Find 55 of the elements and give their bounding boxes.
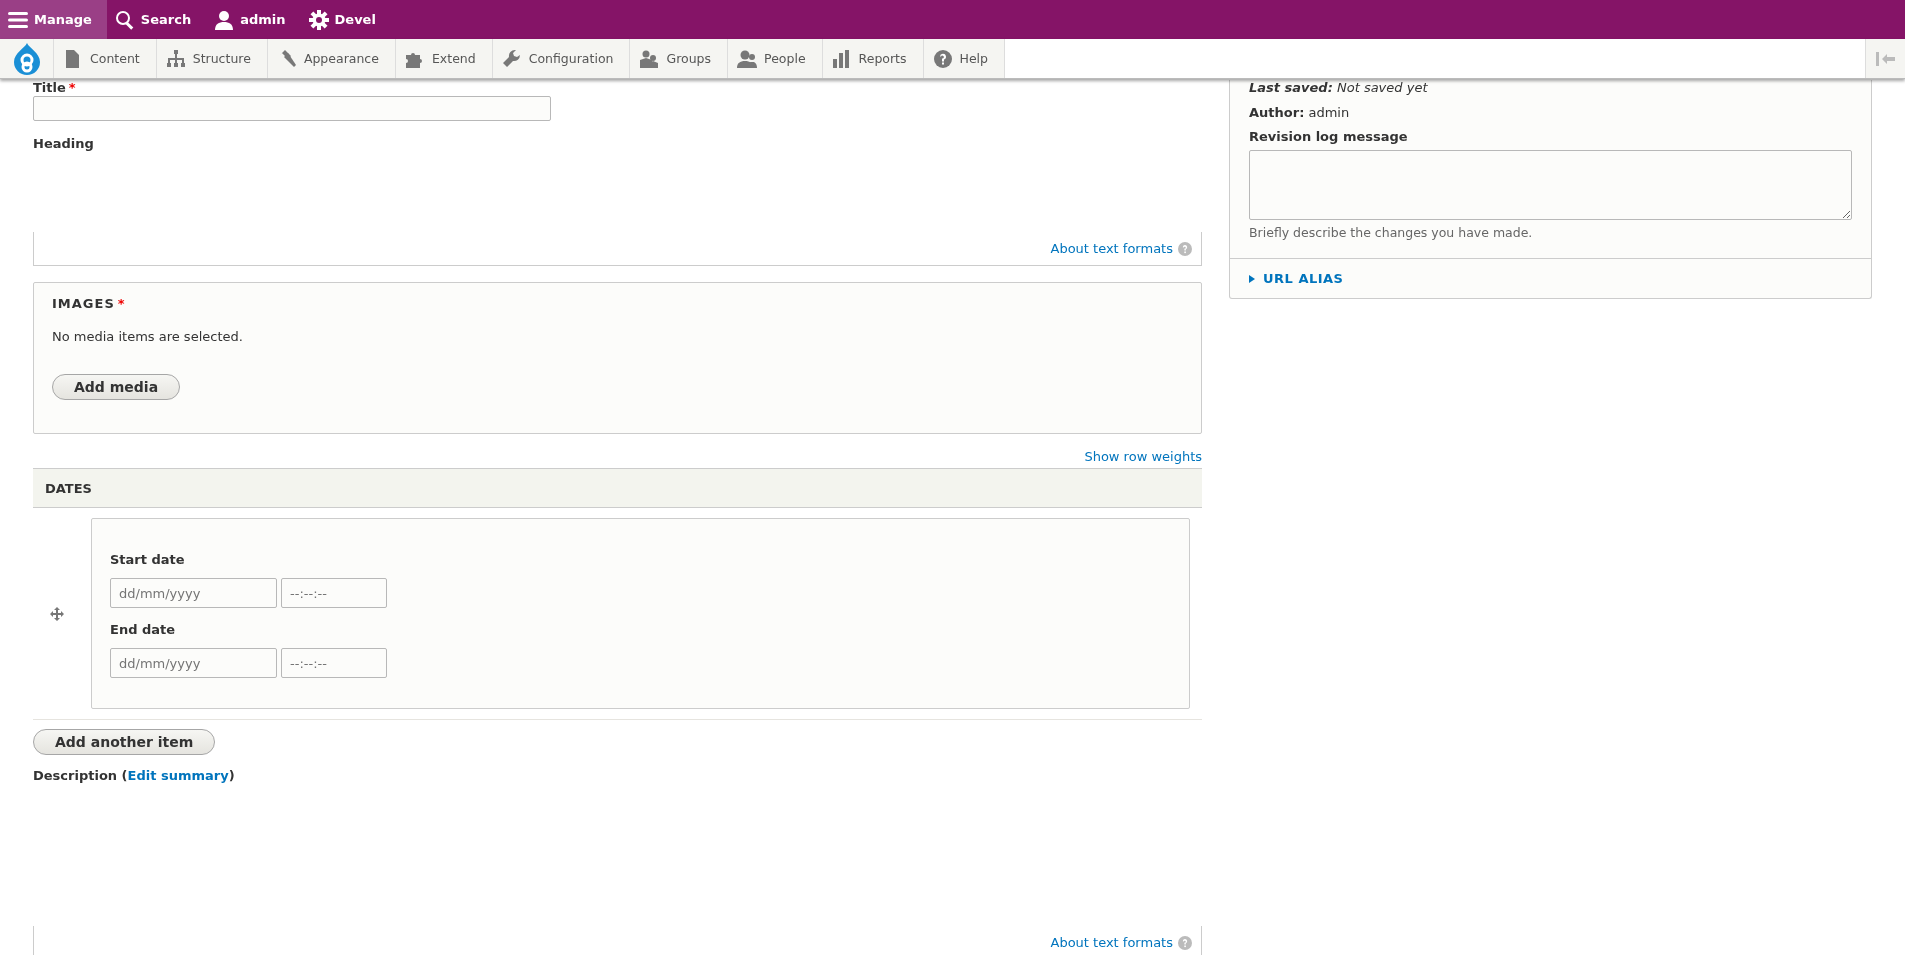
drag-handle-icon bbox=[50, 606, 64, 621]
help-icon bbox=[1178, 935, 1192, 950]
empty-message: No media items are selected. bbox=[52, 329, 244, 344]
menu-item[interactable]: Content bbox=[54, 39, 157, 78]
help-icon bbox=[1178, 241, 1192, 256]
time-input[interactable]: --:--:-- bbox=[281, 578, 387, 608]
field-label: End date bbox=[110, 622, 177, 638]
search-icon bbox=[114, 9, 135, 30]
edit-summary-link[interactable]: Edit summary bbox=[127, 768, 229, 783]
date-input[interactable]: dd/mm/yyyy bbox=[110, 648, 277, 678]
revision-log-textarea[interactable] bbox=[1249, 150, 1852, 220]
user-icon bbox=[214, 9, 235, 30]
add-media-button[interactable]: Add media bbox=[52, 374, 181, 400]
menu-item[interactable]: Extend bbox=[395, 39, 493, 78]
about-text-formats-link[interactable]: About text formats bbox=[1050, 935, 1173, 950]
menu-item[interactable]: Reports bbox=[822, 39, 924, 78]
menu-item[interactable]: Structure bbox=[156, 39, 268, 78]
field-label: Start date bbox=[110, 552, 186, 568]
collapse-icon bbox=[1875, 51, 1896, 66]
field-label: Description (Edit summary) bbox=[33, 768, 235, 784]
about-text-formats-link[interactable]: About text formats bbox=[1050, 241, 1173, 256]
title-input[interactable] bbox=[33, 96, 551, 121]
field-label: Title bbox=[33, 80, 66, 95]
wrench-icon bbox=[501, 48, 522, 69]
toolbar-tab[interactable]: Devel bbox=[300, 0, 391, 39]
toolbar-tab[interactable]: Search bbox=[106, 0, 207, 39]
field-label: Heading bbox=[33, 136, 94, 152]
menu-item[interactable]: Help bbox=[923, 39, 1006, 78]
group-icon bbox=[639, 48, 660, 69]
menu-item[interactable]: People bbox=[728, 39, 823, 78]
toolbar-tab[interactable]: Manage bbox=[0, 0, 107, 39]
menu-item[interactable]: Groups bbox=[630, 39, 729, 78]
people-icon bbox=[737, 48, 758, 69]
help-icon bbox=[932, 48, 953, 69]
required-mark: * bbox=[117, 296, 126, 311]
field-label: Revision log message bbox=[1248, 129, 1409, 145]
fieldset-legend: IMAGES bbox=[52, 296, 115, 311]
last-saved-text: Last saved: Not saved yet bbox=[1248, 80, 1429, 96]
author-text: Author: admin bbox=[1248, 105, 1351, 121]
bar-chart-icon bbox=[831, 48, 852, 69]
help-text: Briefly describe the changes you have made. bbox=[1248, 225, 1534, 241]
collapse-toolbar-button[interactable] bbox=[1865, 39, 1905, 78]
show-row-weights-link[interactable]: Show row weights bbox=[1084, 449, 1202, 464]
time-input[interactable]: --:--:-- bbox=[281, 648, 387, 678]
date-input[interactable]: dd/mm/yyyy bbox=[110, 578, 277, 608]
toolbar-tab[interactable]: admin bbox=[206, 0, 301, 39]
required-mark: * bbox=[68, 80, 76, 95]
url-alias-toggle[interactable]: URL ALIAS bbox=[1230, 258, 1871, 298]
add-another-item-button[interactable]: Add another item bbox=[33, 729, 216, 755]
menu-item[interactable]: Appearance bbox=[267, 39, 396, 78]
hierarchy-icon bbox=[165, 48, 186, 69]
table-header: DATES bbox=[33, 468, 1202, 508]
drupal-logo[interactable] bbox=[0, 39, 54, 78]
menu-item[interactable]: Configuration bbox=[492, 39, 631, 78]
menu-icon bbox=[8, 9, 28, 30]
